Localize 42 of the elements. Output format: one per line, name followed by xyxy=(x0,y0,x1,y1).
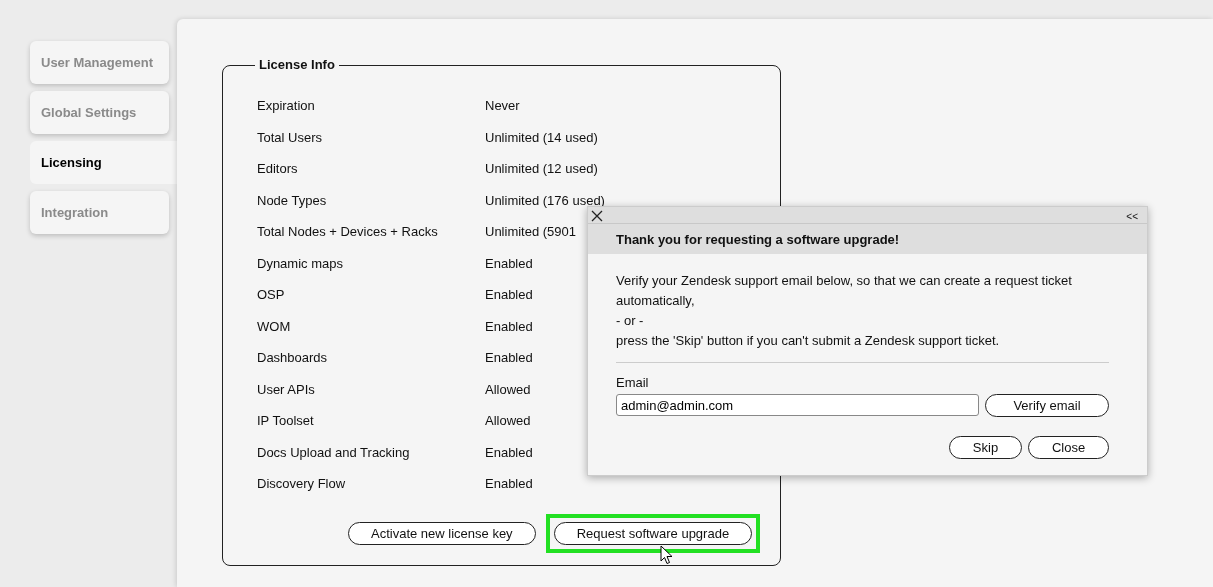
field-value: Enabled xyxy=(485,476,533,492)
field-label: WOM xyxy=(257,318,292,334)
mouse-cursor-icon xyxy=(660,545,674,565)
collapse-toggle[interactable]: << xyxy=(1126,210,1138,222)
field-value: Allowed xyxy=(485,413,531,429)
field-value: Enabled xyxy=(485,444,533,460)
field-label: Total Users xyxy=(257,129,324,145)
field-value: Unlimited (12 used) xyxy=(485,161,598,177)
field-value: Enabled xyxy=(485,255,533,271)
field-value: Enabled xyxy=(485,318,533,334)
field-value: Unlimited (14 used) xyxy=(485,129,598,145)
field-value: Allowed xyxy=(485,381,531,397)
action-button[interactable]: Activate new license key xyxy=(348,522,536,545)
panel-title: License Info xyxy=(255,57,339,72)
field-label: OSP xyxy=(257,287,286,303)
field-label: Dashboards xyxy=(257,350,329,366)
field-label: Total Nodes + Devices + Racks xyxy=(257,224,439,240)
action-button[interactable]: Request software upgrade xyxy=(553,522,753,545)
field-value: Enabled xyxy=(485,350,533,366)
field-label: Editors xyxy=(257,161,299,177)
field-label: Discovery Flow xyxy=(257,476,347,492)
field-label: User APIs xyxy=(257,381,316,397)
field-value: Never xyxy=(485,98,520,114)
field-label: Docs Upload and Tracking xyxy=(257,444,411,460)
dialog-message: Verify your Zendesk support email below, so that we can create a request ticket automatically, xyxy=(616,272,1073,310)
field-label: Expiration xyxy=(257,98,316,114)
sidebar-tab[interactable]: Licensing xyxy=(30,141,177,184)
close-icon[interactable] xyxy=(591,210,603,222)
email-label: Email xyxy=(616,375,650,390)
dialog-message: press the 'Skip' button if you can't submit a Zendesk support ticket. xyxy=(616,332,1001,350)
verify-email-button[interactable]: Verify email xyxy=(985,394,1109,417)
field-label: Dynamic maps xyxy=(257,255,344,271)
field-value: Unlimited (5901 xyxy=(485,224,577,240)
field-label: IP Toolset xyxy=(257,413,315,429)
field-value: Enabled xyxy=(485,287,533,303)
dialog-title: Thank you for requesting a software upgrade! xyxy=(616,232,900,247)
dialog-button[interactable]: Skip xyxy=(949,436,1022,459)
dialog-button[interactable]: Close xyxy=(1028,436,1109,459)
dialog-message: - or - xyxy=(616,312,645,330)
field-label: Node Types xyxy=(257,192,328,208)
field-value: Unlimited (176 used) xyxy=(485,192,605,208)
email-field[interactable]: admin@admin.com xyxy=(616,394,979,416)
